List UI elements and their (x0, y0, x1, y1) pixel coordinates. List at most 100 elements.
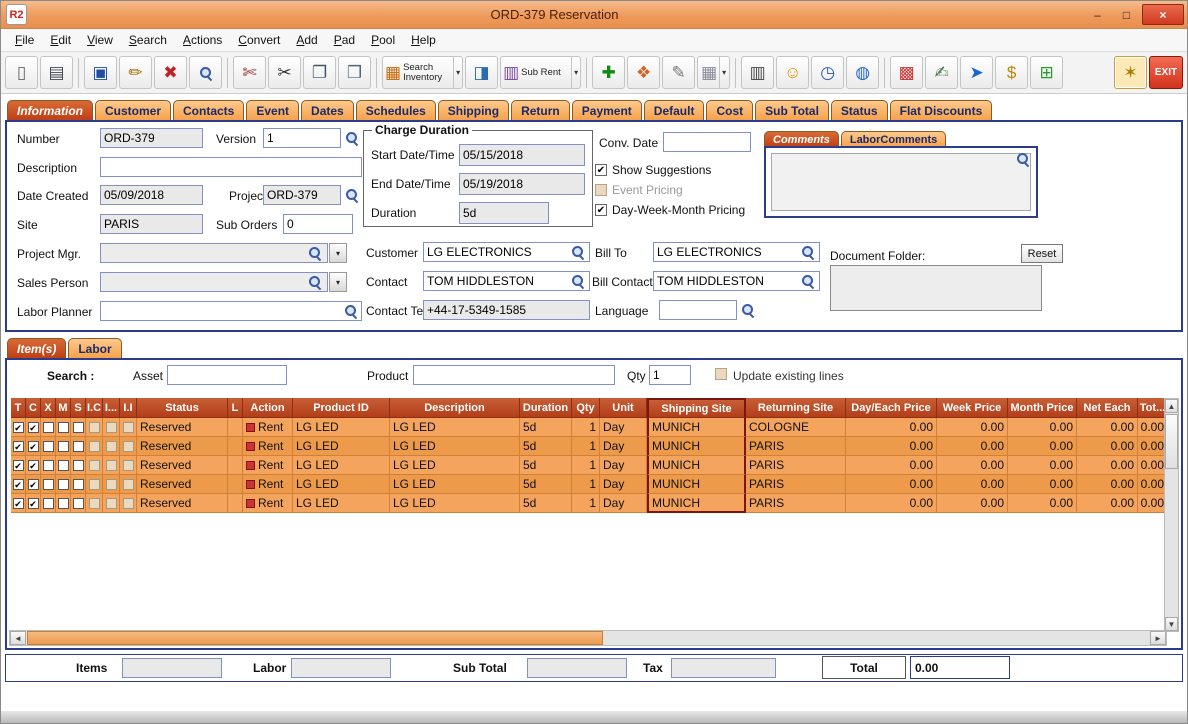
labor-total-field[interactable] (291, 658, 391, 678)
cell-x[interactable] (41, 475, 56, 494)
cell-s[interactable] (71, 456, 86, 475)
column-header-description[interactable]: Description (390, 398, 520, 418)
end-date-field[interactable] (459, 173, 585, 195)
contact-field[interactable] (423, 271, 590, 291)
cell-m[interactable] (56, 437, 71, 456)
project-mgr-dropdown-button[interactable]: ▾ (329, 243, 347, 263)
column-header-unit[interactable]: Unit (600, 398, 647, 418)
title-bar[interactable]: R2 ORD-379 Reservation – □ × (1, 1, 1187, 29)
tab-flat-discounts[interactable]: Flat Discounts (890, 100, 993, 120)
cell-qty[interactable]: 1 (572, 418, 600, 437)
cell-day-each-price[interactable]: 0.00 (846, 494, 937, 513)
cell-unit[interactable]: Day (600, 437, 647, 456)
language-field[interactable] (659, 300, 737, 320)
row-checkbox[interactable]: ✔ (13, 422, 24, 433)
bill-contact-field[interactable] (653, 271, 820, 291)
menu-add[interactable]: Add (288, 31, 325, 49)
cell-i-i[interactable] (120, 475, 137, 494)
row-checkbox[interactable] (89, 422, 100, 433)
comments-tab-comments[interactable]: Comments (764, 131, 839, 147)
sales-person-dropdown-button[interactable]: ▾ (329, 272, 347, 292)
row-checkbox[interactable] (106, 460, 117, 471)
cell-i-c[interactable] (86, 475, 103, 494)
row-checkbox[interactable] (123, 460, 134, 471)
labor-planner-search-button[interactable] (343, 303, 359, 319)
cell-status[interactable]: Reserved (137, 475, 228, 494)
column-header-duration[interactable]: Duration (520, 398, 572, 418)
cell-description[interactable]: LG LED (390, 494, 520, 513)
money-button[interactable]: $ (995, 56, 1028, 89)
search-inventory-button[interactable]: ▦Search Inventory▾ (382, 56, 463, 89)
groups-button[interactable]: ❖ (627, 56, 660, 89)
row-checkbox[interactable] (123, 422, 134, 433)
add-item-button[interactable]: ✚ (592, 56, 625, 89)
delete-button[interactable]: ✖ (154, 56, 187, 89)
row-checkbox[interactable] (58, 479, 69, 490)
column-header-i-i[interactable]: I.I (120, 398, 137, 418)
cell-unit[interactable]: Day (600, 456, 647, 475)
row-checkbox[interactable] (43, 498, 54, 509)
cell-returning-site[interactable]: PARIS (746, 437, 846, 456)
column-header-x[interactable]: X (41, 398, 56, 418)
column-header-product-id[interactable]: Product ID (293, 398, 390, 418)
row-checkbox[interactable] (43, 479, 54, 490)
menu-pad[interactable]: Pad (326, 31, 363, 49)
cell-product-id[interactable]: LG LED (293, 475, 390, 494)
cell-t[interactable]: ✔ (11, 437, 26, 456)
edit-button[interactable]: ✏ (119, 56, 152, 89)
cell-duration[interactable]: 5d (520, 437, 572, 456)
cell-product-id[interactable]: LG LED (293, 437, 390, 456)
cell-qty[interactable]: 1 (572, 456, 600, 475)
exit-button[interactable]: EXIT (1149, 56, 1183, 89)
cell-i[interactable] (103, 418, 120, 437)
cell-l[interactable] (228, 456, 243, 475)
sales-person-search-button[interactable] (307, 274, 323, 290)
row-checkbox[interactable] (106, 441, 117, 452)
close-button[interactable]: × (1142, 4, 1184, 25)
row-checkbox[interactable]: ✔ (13, 498, 24, 509)
menu-help[interactable]: Help (403, 31, 444, 49)
cell-t[interactable]: ✔ (11, 418, 26, 437)
column-header-qty[interactable]: Qty (572, 398, 600, 418)
cell-shipping-site[interactable]: MUNICH (647, 456, 746, 475)
row-checkbox[interactable] (73, 422, 84, 433)
column-header-status[interactable]: Status (137, 398, 228, 418)
tab-contacts[interactable]: Contacts (173, 100, 244, 120)
cell-m[interactable] (56, 494, 71, 513)
row-checkbox[interactable] (43, 441, 54, 452)
link-out-button[interactable]: ➤ (960, 56, 993, 89)
cell-duration[interactable]: 5d (520, 494, 572, 513)
contact-tel-field[interactable] (423, 300, 590, 320)
paste-button[interactable]: ❒ (338, 56, 371, 89)
cell-duration[interactable]: 5d (520, 475, 572, 494)
tab-information[interactable]: Information (7, 100, 93, 120)
row-checkbox[interactable] (43, 460, 54, 471)
row-checkbox[interactable] (73, 441, 84, 452)
customer-search-button[interactable] (570, 244, 586, 260)
product-input[interactable] (413, 365, 615, 385)
goods-lookup-button[interactable]: ◨ (465, 56, 498, 89)
row-checkbox[interactable] (89, 460, 100, 471)
event-pricing-checkbox[interactable] (595, 184, 607, 196)
qty-input[interactable] (649, 365, 691, 385)
row-checkbox[interactable] (73, 498, 84, 509)
column-header-s[interactable]: S (71, 398, 86, 418)
cell-x[interactable] (41, 494, 56, 513)
comments-tab-laborcomments[interactable]: LaborComments (841, 131, 946, 147)
cell-i[interactable] (103, 437, 120, 456)
cell-status[interactable]: Reserved (137, 437, 228, 456)
language-search-button[interactable] (740, 302, 756, 318)
project-mgr-field[interactable] (100, 243, 328, 263)
cell-t[interactable]: ✔ (11, 456, 26, 475)
cell-unit[interactable]: Day (600, 494, 647, 513)
project-field[interactable] (263, 185, 341, 205)
cell-qty[interactable]: 1 (572, 494, 600, 513)
row-checkbox[interactable]: ✔ (28, 479, 39, 490)
search-inventory-dropdown-arrow[interactable]: ▾ (453, 57, 460, 88)
row-checkbox[interactable]: ✔ (28, 460, 39, 471)
tab-status[interactable]: Status (831, 100, 888, 120)
row-checkbox[interactable] (123, 498, 134, 509)
cell-net-each[interactable]: 0.00 (1077, 418, 1138, 437)
new-document-button[interactable]: ▯ (5, 56, 38, 89)
cell-s[interactable] (71, 494, 86, 513)
